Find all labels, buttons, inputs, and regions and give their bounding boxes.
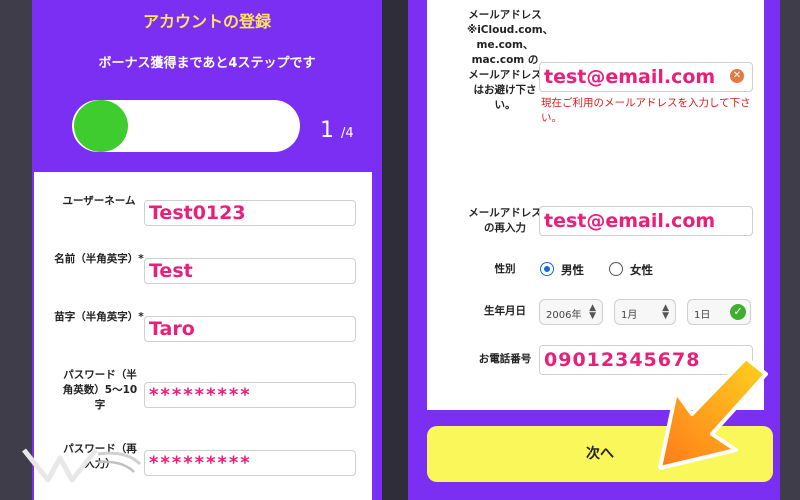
- password-confirm-value: *********: [149, 452, 252, 474]
- email-label: メールアドレス ※iCloud.com、me.com、mac.com のメールア…: [467, 9, 554, 111]
- registration-step-panel: アカウントの登録 ボーナス獲得まであと4ステップです 1 /4 ユーザーネーム …: [32, 0, 382, 500]
- last-name-label: 苗字（半角英字）*: [54, 311, 144, 323]
- select-caret-icon: ▲ ▼: [662, 303, 669, 321]
- username-value: Test0123: [149, 202, 246, 224]
- last-name-value: Taro: [149, 318, 195, 340]
- gender-female-label: 女性: [630, 263, 653, 277]
- gender-male-label: 男性: [561, 263, 584, 277]
- steps-remaining-text: ボーナス獲得まであと4ステップです: [98, 56, 316, 71]
- page-title: アカウントの登録: [142, 12, 271, 31]
- username-label: ユーザーネーム: [62, 195, 136, 207]
- first-name-value: Test: [149, 260, 193, 282]
- progress-indicator: [74, 100, 128, 152]
- email-confirm-input[interactable]: test@email.com: [539, 206, 753, 236]
- details-form: メールアドレス ※iCloud.com、me.com、mac.com のメールア…: [427, 0, 764, 410]
- select-caret-icon: ▲ ▼: [589, 303, 596, 321]
- last-name-input[interactable]: Taro: [144, 316, 356, 342]
- email-input[interactable]: test@email.com ✕: [539, 62, 753, 92]
- email-error-text: 現在ご利用のメールアドレスを入力して下さい。: [541, 97, 751, 124]
- email-confirm-label: メールアドレスの再入力: [468, 207, 542, 234]
- birth-year-select[interactable]: 2006年 ▲ ▼: [539, 299, 603, 325]
- email-value: test@email.com: [544, 66, 716, 88]
- gender-female-radio[interactable]: [609, 262, 623, 276]
- password-value: *********: [149, 384, 252, 406]
- first-name-input[interactable]: Test: [144, 258, 356, 284]
- arrow-icon: [658, 356, 768, 470]
- password-label: パスワード（半角英数）5～10字: [62, 369, 138, 411]
- password-input[interactable]: *********: [144, 382, 356, 408]
- brand-logo: [22, 448, 142, 483]
- birth-month-select[interactable]: 1月 ▲ ▼: [614, 299, 676, 325]
- step-current: 1: [320, 118, 334, 143]
- background-left: [0, 0, 32, 500]
- password-confirm-input[interactable]: *********: [144, 450, 356, 476]
- step-total: /4: [341, 126, 354, 141]
- birth-year-value: 2006年: [546, 310, 582, 321]
- gender-male-radio[interactable]: [540, 262, 554, 276]
- email-confirm-value: test@email.com: [544, 210, 716, 232]
- clear-icon[interactable]: ✕: [730, 69, 744, 83]
- check-icon: ✓: [730, 304, 746, 320]
- username-input[interactable]: Test0123: [144, 200, 356, 226]
- phone-label: お電話番号: [478, 353, 532, 365]
- birthdate-label: 生年月日: [484, 305, 526, 317]
- birth-day-value: 1日: [694, 310, 711, 321]
- gender-label: 性別: [494, 263, 516, 275]
- birth-day-select[interactable]: 1日 ✓: [687, 299, 751, 325]
- step-counter: 1 /4: [320, 118, 354, 143]
- first-name-label: 名前（半角英字）*: [54, 253, 144, 265]
- birth-month-value: 1月: [621, 310, 638, 321]
